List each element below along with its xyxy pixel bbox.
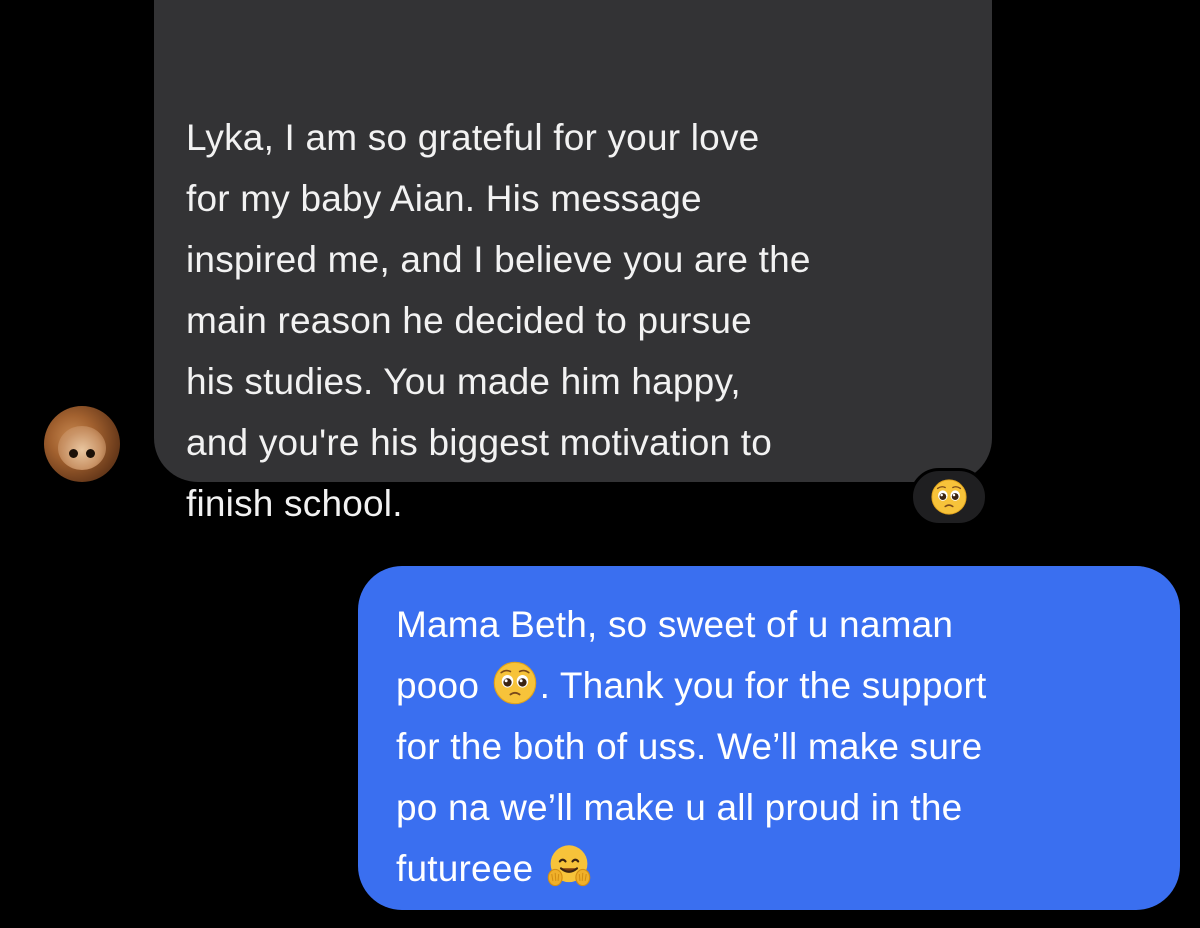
pleading-face-emoji-icon bbox=[493, 661, 536, 705]
avatar-face bbox=[58, 426, 106, 470]
pleading-face-emoji-icon bbox=[931, 479, 967, 515]
hugging-face-emoji-icon bbox=[547, 845, 591, 887]
incoming-message-bubble[interactable]: Lyka, I am so grateful for your love for… bbox=[154, 0, 992, 524]
avatar-eye-left bbox=[69, 449, 78, 458]
message-thread: Lyka, I am so grateful for your love for… bbox=[0, 0, 1200, 928]
avatar-eye-right bbox=[86, 449, 95, 458]
outgoing-message-bubble[interactable]: Mama Beth, so sweet of u naman pooo . Th… bbox=[358, 566, 1180, 910]
incoming-message-text: Lyka, I am so grateful for your love for… bbox=[186, 117, 811, 524]
sender-avatar[interactable] bbox=[44, 406, 120, 482]
message-reaction[interactable] bbox=[910, 468, 988, 526]
